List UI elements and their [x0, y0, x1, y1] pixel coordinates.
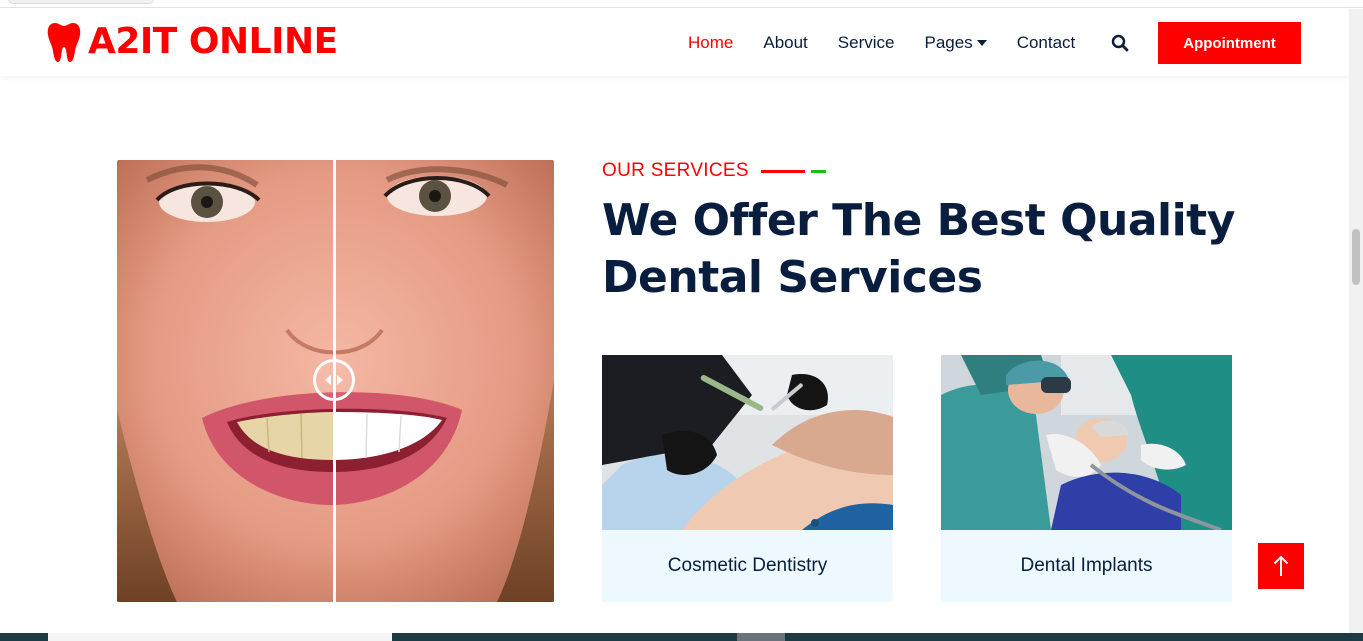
page-scrollbar[interactable]: [1349, 9, 1363, 633]
caret-down-icon: [976, 39, 987, 46]
eyebrow-green-bar: [810, 169, 826, 173]
dentist-treating-patient-photo: [602, 355, 893, 530]
service-card-title: Cosmetic Dentistry: [667, 555, 828, 576]
appointment-button[interactable]: Appointment: [1158, 22, 1301, 64]
next-section-edge: [0, 633, 1363, 641]
dental-implant-surgery-photo: [941, 355, 1232, 530]
nav-home[interactable]: Home: [688, 33, 733, 53]
nav-pages-dropdown[interactable]: Pages: [924, 32, 987, 53]
service-card-title: Dental Implants: [1020, 555, 1153, 576]
arrow-right-icon: [337, 375, 343, 385]
nav-pages-label: Pages: [924, 32, 973, 52]
before-after-teeth-whitening-photo: [117, 160, 554, 602]
arrow-up-icon: [1273, 555, 1289, 576]
navbar: A2IT ONLINE Home About Service Pages Con…: [0, 9, 1349, 76]
nav-service[interactable]: Service: [838, 33, 895, 53]
section-eyebrow-text: OUR SERVICES: [602, 160, 749, 181]
comparison-slider-handle[interactable]: [313, 359, 355, 401]
nav-menu: Home About Service Pages Contact: [688, 9, 1105, 76]
tooth-icon: [47, 23, 81, 62]
eyebrow-red-bar: [760, 169, 805, 173]
browser-top-strip: [0, 0, 1363, 8]
section-eyebrow: OUR SERVICES: [602, 160, 826, 182]
search-icon[interactable]: [1111, 34, 1129, 52]
next-section-block-edge: [737, 633, 785, 641]
section-title: We Offer The Best Quality Dental Service…: [602, 195, 1235, 303]
browser-tab[interactable]: [8, 0, 154, 4]
service-card-dental-implants[interactable]: Dental Implants: [941, 355, 1232, 602]
brand-name: A2IT ONLINE: [88, 21, 338, 62]
back-to-top-button[interactable]: [1258, 543, 1304, 589]
brand-logo[interactable]: A2IT ONLINE: [46, 21, 338, 63]
nav-contact[interactable]: Contact: [1017, 33, 1076, 53]
arrow-left-icon: [325, 375, 331, 385]
nav-about[interactable]: About: [763, 33, 807, 53]
next-section-image-edge: [48, 633, 392, 641]
service-card-cosmetic-dentistry[interactable]: Cosmetic Dentistry: [602, 355, 893, 602]
scrollbar-thumb[interactable]: [1352, 229, 1360, 285]
